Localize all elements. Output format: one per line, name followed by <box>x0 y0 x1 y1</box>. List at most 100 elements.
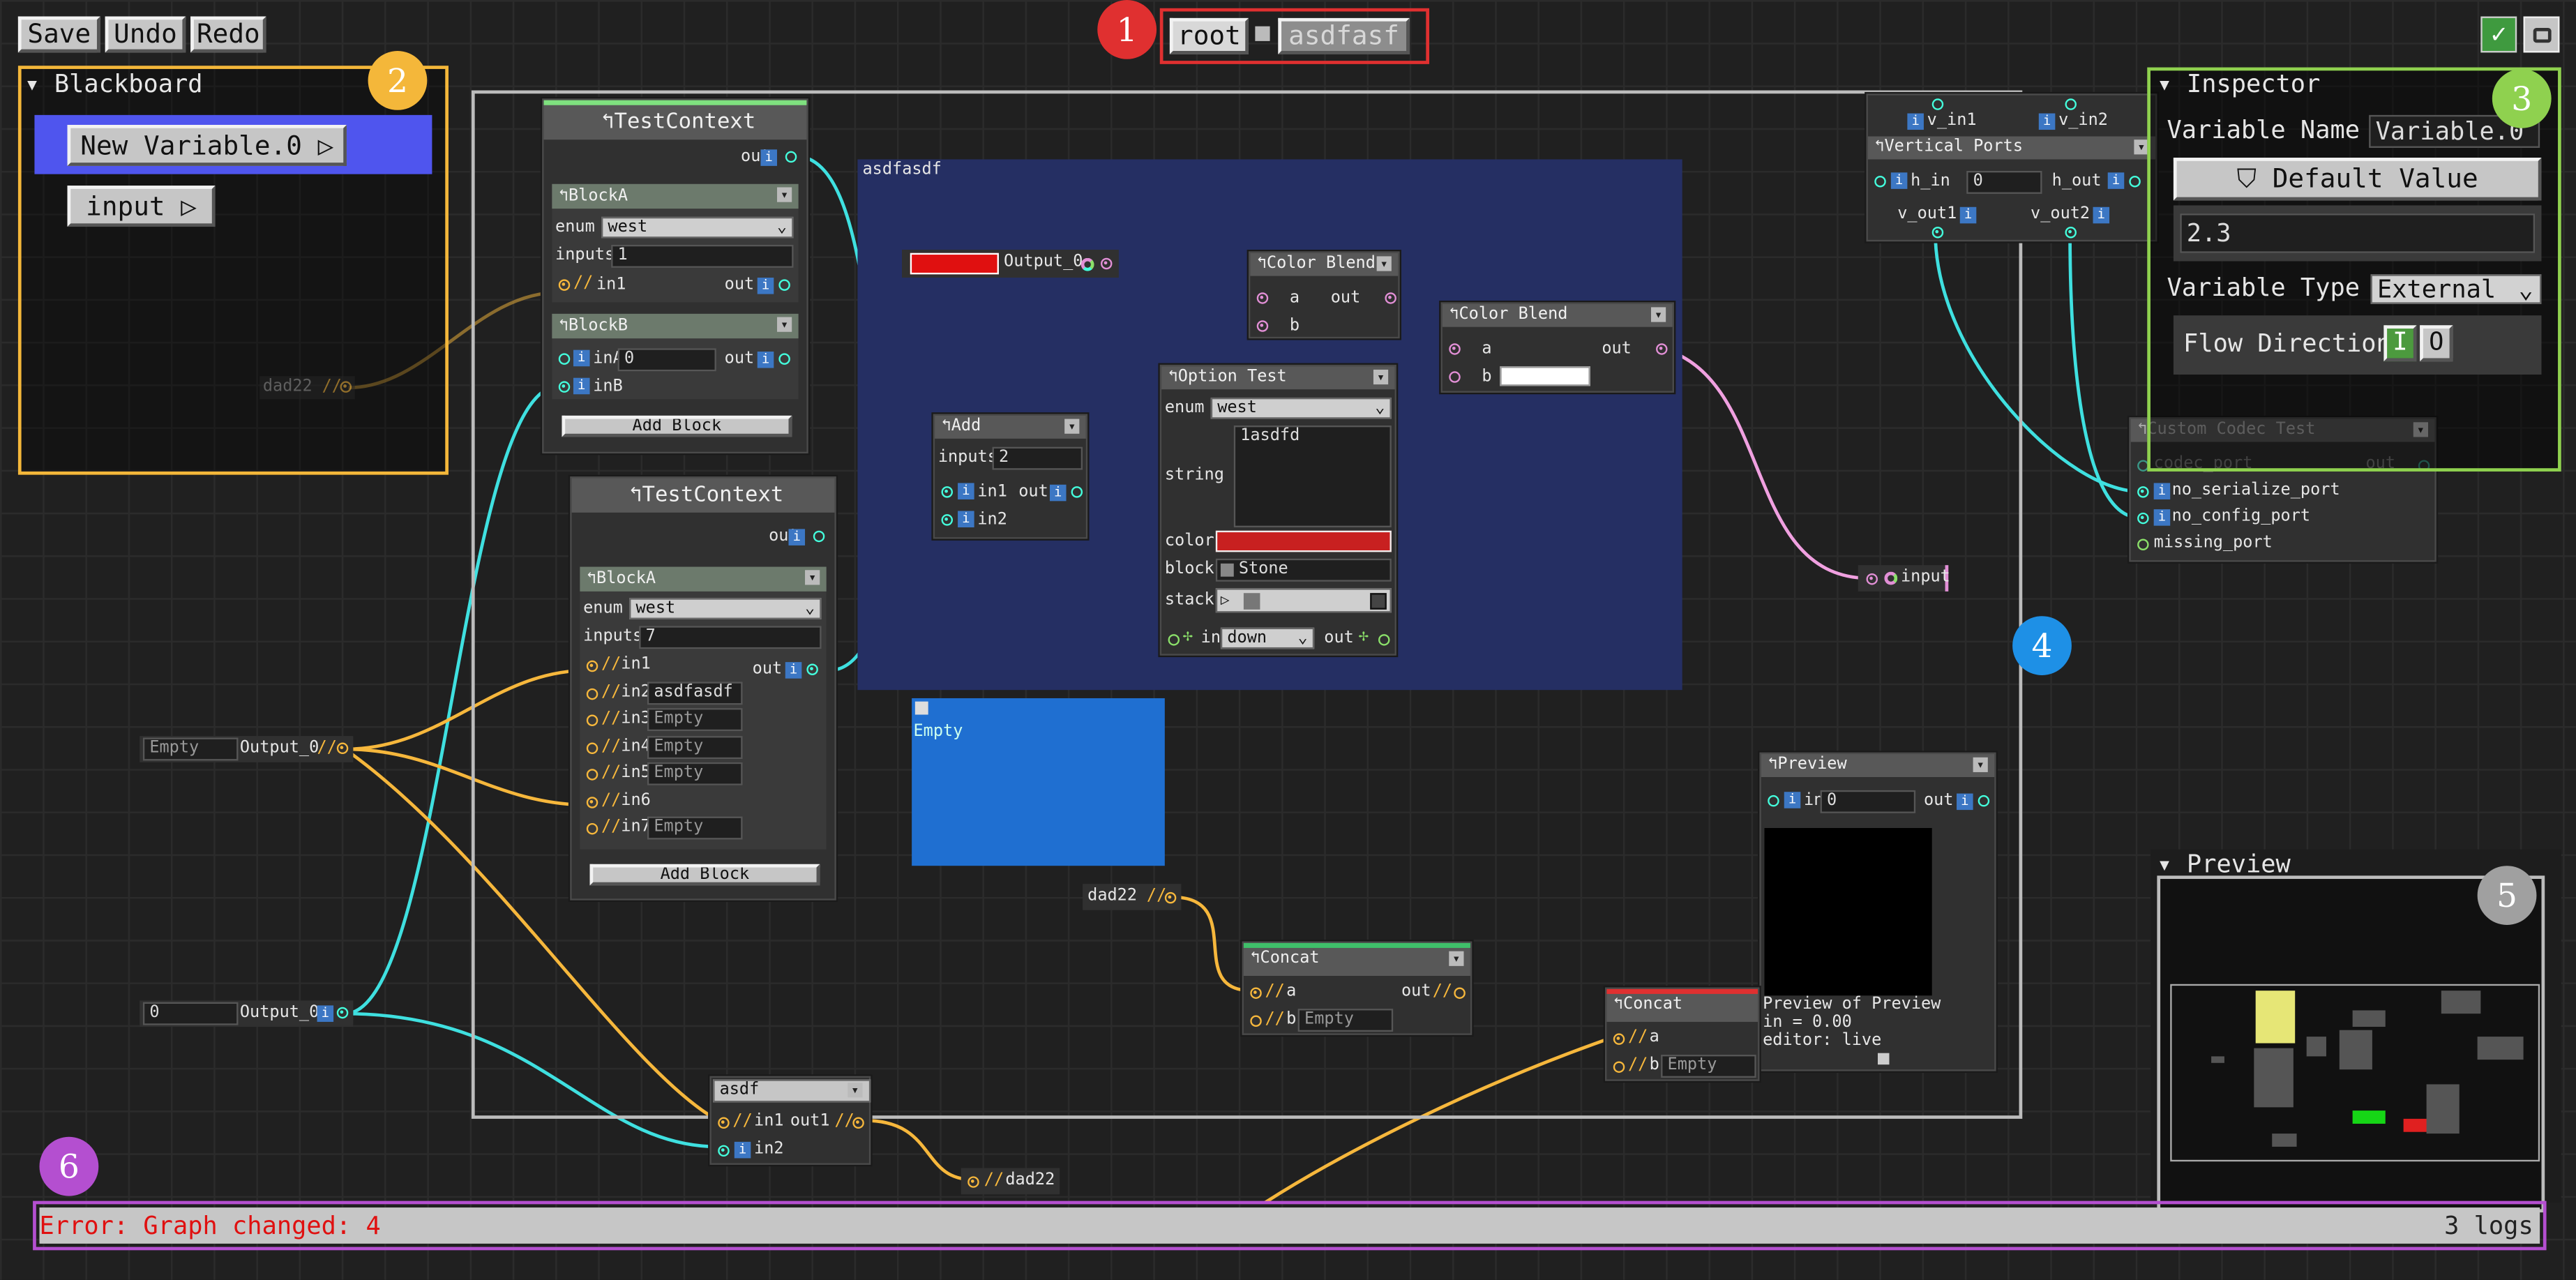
port-out[interactable] <box>1378 634 1390 646</box>
port-no_config_port[interactable] <box>2137 512 2149 525</box>
node-concat-1[interactable]: ↰Concat ▾ // a out // // b Empty <box>1242 941 1472 1035</box>
port-out[interactable] <box>1164 891 1177 904</box>
resize-handle-icon[interactable] <box>1877 1053 1890 1065</box>
node-option-test[interactable]: ↰Option Test ▾ enum west ⌄ 1asdfd string c… <box>1159 364 1396 656</box>
port-v_out1[interactable] <box>1931 227 1944 239</box>
port-out[interactable] <box>340 381 352 393</box>
in5-field[interactable]: Empty <box>647 762 743 785</box>
node-input-ref[interactable]: input <box>1858 565 1950 592</box>
default-value-toggle[interactable]: ⛉ Default Value <box>2173 158 2542 201</box>
port-out[interactable] <box>1100 257 1113 270</box>
port-in1[interactable] <box>586 660 598 672</box>
port-v_in2[interactable] <box>2065 98 2077 110</box>
port-a[interactable] <box>1613 1033 1625 1045</box>
redo-button[interactable]: Redo <box>190 16 266 53</box>
add-block-button[interactable]: Add Block <box>562 415 792 437</box>
enum-select[interactable]: west ⌄ <box>629 598 822 619</box>
h_in-field[interactable]: 0 <box>1966 170 2042 194</box>
port-in5[interactable] <box>586 769 598 781</box>
screenshot-icon[interactable] <box>2523 16 2560 53</box>
block-field[interactable]: Stone <box>1215 558 1392 582</box>
port-inB[interactable] <box>558 381 571 393</box>
asdf-header[interactable]: asdf ▾ <box>713 1079 871 1103</box>
output-value-field[interactable]: 0 <box>142 1002 239 1025</box>
blackboard-variable-input[interactable]: input ▷ <box>67 186 216 227</box>
in7-field[interactable]: Empty <box>647 816 743 840</box>
node-color-blend-1[interactable]: ↰Color Blend ▾ a b out <box>1248 251 1400 339</box>
blackboard-variable-new[interactable]: New Variable.0 ▷ <box>67 124 347 166</box>
port-out[interactable] <box>1656 343 1668 355</box>
chevron-down-icon[interactable]: ▾ <box>805 570 820 585</box>
checkmark-icon[interactable]: ✓ <box>2480 16 2517 53</box>
port-v_out2[interactable] <box>2065 227 2077 239</box>
port-out[interactable] <box>1071 486 1083 498</box>
port-out1[interactable] <box>852 1117 864 1129</box>
chevron-down-icon[interactable]: ▾ <box>848 1083 863 1098</box>
in-field[interactable]: 0 <box>1820 790 1916 813</box>
chevron-down-icon[interactable]: ▾ <box>1373 369 1389 385</box>
port-no_serialize_port[interactable] <box>2137 486 2149 498</box>
port-in[interactable] <box>1168 634 1180 646</box>
minimap[interactable] <box>2157 875 2545 1213</box>
string-textarea[interactable]: 1asdfd <box>1233 425 1392 528</box>
port-out[interactable] <box>778 353 790 365</box>
variable-type-select[interactable]: External ⌄ <box>2370 274 2542 304</box>
node-dad22-faded[interactable]: dad22 // <box>259 376 355 400</box>
color-swatch[interactable] <box>1500 366 1590 386</box>
flow-in-toggle[interactable]: I <box>2383 325 2417 362</box>
port-h_in[interactable] <box>1874 176 1886 188</box>
node-testcontext-2[interactable]: ↰TestContext out i ↰BlockA ▾ enum west ⌄ i… <box>570 476 836 901</box>
default-value-input[interactable]: 2.3 <box>2180 213 2536 253</box>
enum-select[interactable]: west ⌄ <box>601 216 794 239</box>
stack-field[interactable]: ▷ <box>1215 588 1392 613</box>
port-out[interactable] <box>1385 292 1396 304</box>
node-add[interactable]: ↰Add ▾ inputs 2 i in1 out i i in2 <box>933 414 1088 539</box>
node-testcontext-1[interactable]: ↰TestContext out i ↰BlockA ▾ enum west ⌄ i… <box>542 98 808 454</box>
breadcrumb-root[interactable]: root <box>1169 17 1249 54</box>
port-a[interactable] <box>1256 292 1269 304</box>
node-concat-2[interactable]: ↰Concat // a // b Empty <box>1605 987 1760 1081</box>
port-in[interactable] <box>967 1176 979 1188</box>
inputs-field[interactable]: 1 <box>611 244 794 268</box>
b-field[interactable]: Empty <box>1661 1055 1756 1078</box>
enum-select[interactable]: west ⌄ <box>1210 397 1392 419</box>
port-a[interactable] <box>1449 343 1461 355</box>
node-output-empty[interactable]: Empty Output_0 // <box>140 736 354 762</box>
port-in6[interactable] <box>586 796 598 808</box>
chevron-down-icon[interactable]: ▾ <box>1449 951 1464 966</box>
port-b[interactable] <box>1449 371 1461 383</box>
in3-field[interactable]: Empty <box>647 708 743 732</box>
chevron-down-icon[interactable]: ▾ <box>1064 419 1080 434</box>
port-in2[interactable] <box>941 514 954 526</box>
chevron-down-icon[interactable]: ▾ <box>777 317 792 332</box>
save-button[interactable]: Save <box>17 16 100 53</box>
port-v_in1[interactable] <box>1931 98 1944 110</box>
port-out[interactable] <box>813 530 825 543</box>
port-in3[interactable] <box>586 714 598 726</box>
chevron-down-icon[interactable]: ▾ <box>1650 307 1666 322</box>
inA-field[interactable]: 0 <box>617 348 716 372</box>
port-out[interactable] <box>785 151 797 163</box>
log-count[interactable]: 3 logs <box>2444 1211 2533 1240</box>
flow-out-toggle[interactable]: O <box>2420 325 2453 362</box>
port-a[interactable] <box>1250 987 1262 999</box>
node-preview[interactable]: ↰Preview ▾ i in 0 out i Preview of Previe… <box>1759 752 1996 1071</box>
port-b[interactable] <box>1250 1015 1262 1027</box>
node-asdf[interactable]: asdf ▾ // in1 out1 // i in2 <box>709 1076 871 1165</box>
port-in4[interactable] <box>586 741 598 753</box>
color-swatch[interactable] <box>910 253 999 275</box>
in4-field[interactable]: Empty <box>647 735 743 758</box>
node-color-blend-2[interactable]: ↰Color Blend ▾ a b out <box>1440 302 1674 393</box>
chevron-down-icon[interactable]: ▾ <box>777 187 792 202</box>
port-in[interactable] <box>1866 573 1878 585</box>
sticky-note[interactable]: Empty <box>912 698 1165 866</box>
port-h_out[interactable] <box>2129 176 2141 188</box>
port-in1[interactable] <box>718 1117 730 1129</box>
port-out[interactable] <box>1978 795 1990 807</box>
output-value-field[interactable]: Empty <box>142 737 239 761</box>
port-out[interactable] <box>336 1007 349 1019</box>
node-dad22[interactable]: dad22 // <box>1083 884 1182 910</box>
port-in7[interactable] <box>586 822 598 835</box>
port-in1[interactable] <box>558 279 571 291</box>
chevron-down-icon[interactable]: ▾ <box>1376 256 1392 271</box>
